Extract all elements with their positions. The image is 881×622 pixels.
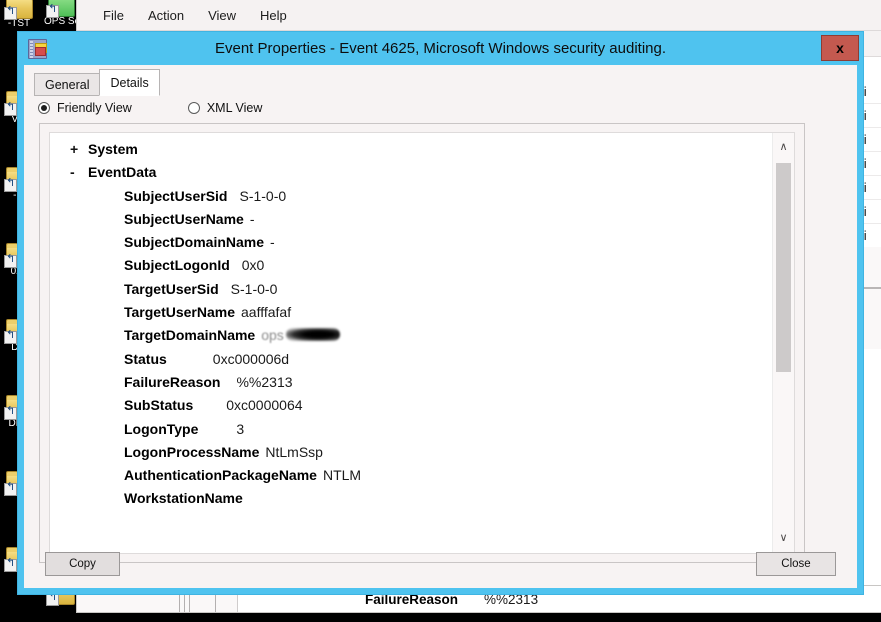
tab-general[interactable]: General bbox=[34, 73, 101, 96]
field-name: LogonType bbox=[124, 420, 199, 437]
desktop-icon-ops-se[interactable]: OPS Se bbox=[44, 0, 80, 27]
desktop-icon-tst[interactable]: -TST bbox=[2, 0, 36, 29]
tree-row: LogonProcessName NtLmSsp bbox=[70, 444, 773, 467]
tree-node-label: EventData bbox=[88, 164, 157, 181]
redaction-mark bbox=[285, 328, 340, 342]
field-value: 3 bbox=[236, 420, 245, 437]
tree-row: WorkstationName bbox=[70, 490, 773, 513]
tab-strip: General Details bbox=[34, 69, 160, 96]
dialog-title-bar[interactable]: Event Properties - Event 4625, Microsoft… bbox=[18, 32, 863, 65]
field-value: 0xc0000064 bbox=[226, 397, 303, 414]
field-name: TargetUserSid bbox=[124, 280, 219, 297]
details-scrollbar[interactable]: ∧ ∨ bbox=[772, 133, 794, 553]
menu-view[interactable]: View bbox=[196, 5, 248, 26]
details-frame: + System - EventData SubjectUserSid S-1-… bbox=[39, 123, 805, 563]
menu-file[interactable]: File bbox=[91, 5, 136, 26]
scroll-down-icon[interactable]: ∨ bbox=[773, 528, 794, 549]
field-value: aafffafaf bbox=[241, 304, 292, 321]
dialog-title: Event Properties - Event 4625, Microsoft… bbox=[214, 40, 667, 57]
radio-button-icon[interactable] bbox=[38, 102, 50, 114]
scrollbar-thumb[interactable] bbox=[776, 163, 791, 372]
field-value: S-1-0-0 bbox=[239, 187, 287, 204]
field-name: TargetDomainName bbox=[124, 327, 256, 344]
tree-row: SubStatus 0xc0000064 bbox=[70, 397, 773, 420]
field-name: SubjectLogonId bbox=[124, 257, 230, 274]
tree-node-eventdata[interactable]: - EventData bbox=[70, 164, 773, 187]
tree-row: SubjectUserName - bbox=[70, 211, 773, 234]
field-value: NTLM bbox=[322, 467, 362, 484]
dialog-content: General Details Friendly View XML View +… bbox=[24, 65, 857, 588]
close-button[interactable]: Close bbox=[756, 552, 836, 576]
tree-node-label: System bbox=[88, 141, 138, 157]
radio-friendly-view[interactable]: Friendly View bbox=[38, 101, 132, 115]
menu-bar: File Action View Help bbox=[77, 0, 881, 31]
tree-row: TargetUserSid S-1-0-0 bbox=[70, 281, 773, 304]
tab-details[interactable]: Details bbox=[99, 69, 160, 96]
field-name: Status bbox=[124, 350, 167, 367]
tree-row: SubjectDomainName - bbox=[70, 234, 773, 257]
field-name: SubjectDomainName bbox=[124, 234, 265, 251]
view-mode-radio-group: Friendly View XML View bbox=[38, 101, 262, 115]
tree-row: SubjectUserSid S-1-0-0 bbox=[70, 188, 773, 211]
field-value: 0x0 bbox=[241, 257, 265, 274]
field-name: FailureReason bbox=[124, 373, 221, 390]
field-name: WorkstationName bbox=[124, 490, 243, 507]
copy-button[interactable]: Copy bbox=[45, 552, 120, 576]
field-name: SubStatus bbox=[124, 397, 194, 414]
tree-row: LogonType 3 bbox=[70, 421, 773, 444]
field-name: TargetUserName bbox=[124, 304, 236, 321]
folder-shortcut-icon bbox=[46, 0, 75, 18]
tree-row: Status 0xc000006d bbox=[70, 351, 773, 374]
field-name: LogonProcessName bbox=[124, 443, 260, 460]
field-value: - bbox=[249, 210, 255, 227]
radio-label: XML View bbox=[206, 101, 263, 115]
field-name: SubjectUserSid bbox=[124, 187, 228, 204]
scroll-up-icon[interactable]: ∧ bbox=[773, 137, 794, 158]
menu-action[interactable]: Action bbox=[136, 5, 196, 26]
collapse-minus-icon[interactable]: - bbox=[70, 164, 88, 180]
tree-row: TargetUserName aafffafaf bbox=[70, 304, 773, 327]
field-value: S-1-0-0 bbox=[230, 280, 278, 297]
tree-row: FailureReason %%2313 bbox=[70, 374, 773, 397]
field-value: NtLmSsp bbox=[265, 443, 323, 460]
event-properties-dialog: Event Properties - Event 4625, Microsoft… bbox=[18, 32, 863, 594]
field-value: ops bbox=[261, 327, 284, 344]
close-icon[interactable]: x bbox=[821, 35, 859, 61]
radio-button-icon[interactable] bbox=[187, 102, 200, 114]
field-value: 0xc000006d bbox=[212, 350, 290, 367]
field-name: SubjectUserName bbox=[124, 210, 244, 227]
radio-label: Friendly View bbox=[57, 101, 132, 115]
details-viewport: + System - EventData SubjectUserSid S-1-… bbox=[49, 132, 795, 554]
field-value: - bbox=[270, 234, 275, 251]
tree-node-system[interactable]: + System bbox=[70, 141, 773, 164]
tree-row-redacted: TargetDomainName ops bbox=[70, 327, 773, 350]
field-name: AuthenticationPackageName bbox=[124, 467, 317, 484]
event-data-tree: + System - EventData SubjectUserSid S-1-… bbox=[50, 133, 773, 553]
expand-plus-icon[interactable]: + bbox=[70, 141, 88, 157]
tree-row: AuthenticationPackageName NTLM bbox=[70, 467, 773, 490]
folder-shortcut-icon bbox=[4, 0, 33, 20]
radio-xml-view[interactable]: XML View bbox=[187, 101, 263, 115]
field-value: %%2313 bbox=[236, 373, 293, 390]
tree-row: SubjectLogonId 0x0 bbox=[70, 257, 773, 280]
menu-help[interactable]: Help bbox=[248, 5, 299, 26]
